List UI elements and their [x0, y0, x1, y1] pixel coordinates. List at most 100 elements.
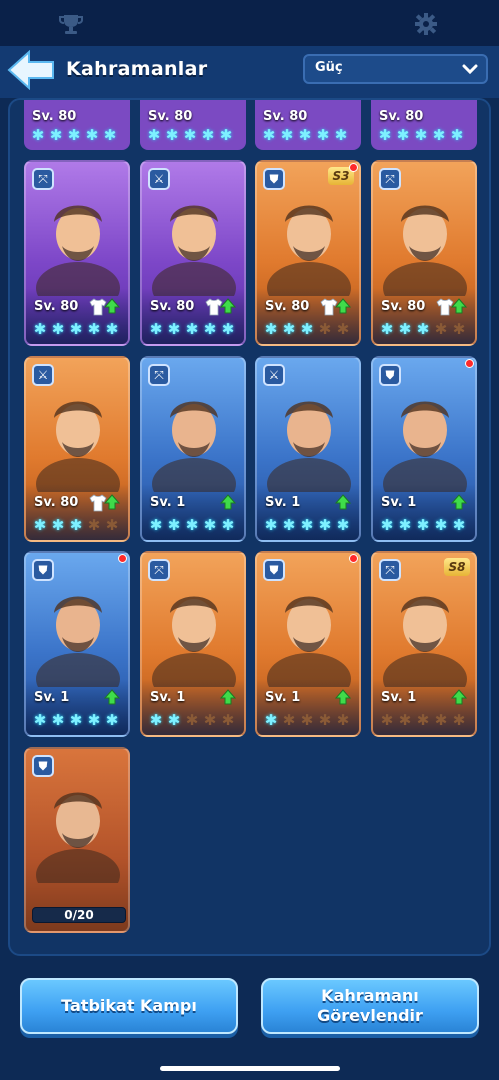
shield-icon: ⛊ — [263, 168, 285, 190]
assign-hero-button[interactable]: Kahramanı Görevlendir — [261, 978, 479, 1034]
star-icon: ✱ — [396, 126, 410, 144]
shield-icon: ⛊ — [379, 364, 401, 386]
hero-card[interactable]: ⚔ Sv. 80 ✱ ✱ ✱ ✱ ✱ — [140, 160, 246, 346]
hero-card-partial[interactable]: Sv. 80 ✱ ✱ ✱ ✱ ✱ — [371, 100, 477, 150]
chevron-down-icon — [462, 64, 478, 75]
star-rating: ✱ ✱ ✱ ✱ ✱ — [32, 517, 120, 533]
star-icon: ✱ — [416, 711, 430, 729]
upgrade-arrow-icon — [220, 298, 236, 314]
training-camp-button[interactable]: Tatbikat Kampı — [20, 978, 238, 1034]
star-icon: ✱ — [203, 516, 217, 534]
star-icon: ✱ — [51, 516, 65, 534]
star-icon: ✱ — [33, 516, 47, 534]
star-icon: ✱ — [165, 126, 179, 144]
upgrade-arrow-icon — [335, 494, 351, 510]
hero-card[interactable]: ⤧ Sv. 80 ✱ ✱ ✱ ✱ ✱ — [371, 160, 477, 346]
star-icon: ✱ — [416, 516, 430, 534]
hero-level: Sv. 80 — [148, 109, 193, 124]
hero-card-locked[interactable]: ⛊ 0/20 — [24, 747, 130, 933]
star-icon: ✱ — [69, 711, 83, 729]
hero-level: Sv. 1 — [150, 690, 186, 705]
hero-card[interactable]: ⛊ Sv. 1 ✱ ✱ ✱ ✱ ✱ — [371, 356, 477, 542]
star-rating: ✱ ✱ ✱ ✱ ✱ — [379, 517, 467, 533]
sort-selected-value: Güç — [315, 60, 343, 75]
star-icon: ✱ — [264, 320, 278, 338]
star-icon: ✱ — [398, 711, 412, 729]
sort-dropdown[interactable]: Güç — [303, 54, 488, 84]
star-icon: ✱ — [33, 320, 47, 338]
star-icon: ✱ — [167, 516, 181, 534]
star-icon: ✱ — [185, 516, 199, 534]
star-icon: ✱ — [203, 320, 217, 338]
star-icon: ✱ — [316, 126, 330, 144]
hero-list-panel[interactable]: Sv. 80 ✱ ✱ ✱ ✱ ✱ Sv. 80 ✱ ✱ ✱ ✱ ✱ Sv. 80 ✱ ✱ ✱ ✱ ✱ Sv. 80 ✱… — [8, 98, 491, 956]
gear-icon[interactable] — [414, 12, 438, 36]
star-icon: ✱ — [203, 711, 217, 729]
hero-card[interactable]: ⚔ Sv. 80 ✱ ✱ ✱ ✱ ✱ — [24, 356, 130, 542]
hero-card[interactable]: ⛊ Sv. 1 ✱ ✱ ✱ ✱ ✱ — [24, 551, 130, 737]
hero-card[interactable]: ⤧ Sv. 1 ✱ ✱ ✱ ✱ ✱ — [140, 551, 246, 737]
home-indicator[interactable] — [160, 1066, 340, 1071]
star-icon: ✱ — [264, 711, 278, 729]
hero-card-partial[interactable]: Sv. 80 ✱ ✱ ✱ ✱ ✱ — [140, 100, 246, 150]
hero-card[interactable]: ⤧ Sv. 80 ✱ ✱ ✱ ✱ ✱ — [24, 160, 130, 346]
upgrade-arrow-icon — [335, 298, 351, 314]
star-icon: ✱ — [300, 711, 314, 729]
hero-card[interactable]: ⛊ Sv. 1 ✱ ✱ ✱ ✱ ✱ — [255, 551, 361, 737]
top-bar — [0, 0, 499, 46]
hero-portrait — [152, 401, 236, 492]
star-rating: ✱ ✱ ✱ ✱ ✱ — [148, 517, 236, 533]
hero-card[interactable]: ⤧ S8 Sv. 1 ✱ ✱ ✱ ✱ ✱ — [371, 551, 477, 737]
back-arrow-icon[interactable] — [7, 50, 55, 90]
star-icon: ✱ — [105, 320, 119, 338]
sword-icon: ⚔ — [263, 364, 285, 386]
star-icon: ✱ — [318, 711, 332, 729]
hero-level: Sv. 80 — [381, 299, 426, 314]
star-icon: ✱ — [380, 516, 394, 534]
star-icon: ✱ — [336, 516, 350, 534]
hero-level: Sv. 80 — [265, 299, 310, 314]
star-icon: ✱ — [452, 320, 466, 338]
training-camp-label: Tatbikat Kampı — [61, 996, 197, 1015]
star-rating: ✱ ✱ ✱ ✱ ✱ — [146, 127, 234, 143]
hero-level: Sv. 80 — [379, 109, 424, 124]
star-icon: ✱ — [380, 320, 394, 338]
star-rating: ✱ ✱ ✱ ✱ ✱ — [263, 517, 351, 533]
star-icon: ✱ — [69, 320, 83, 338]
notification-dot — [465, 359, 474, 368]
star-icon: ✱ — [414, 126, 428, 144]
star-icon: ✱ — [280, 126, 294, 144]
sword-icon: ⚔ — [148, 168, 170, 190]
shard-progress-text: 0/20 — [64, 908, 94, 922]
star-rating: ✱ ✱ ✱ ✱ ✱ — [263, 321, 351, 337]
star-icon: ✱ — [103, 126, 117, 144]
star-icon: ✱ — [147, 126, 161, 144]
hero-card[interactable]: ⚔ Sv. 1 ✱ ✱ ✱ ✱ ✱ — [255, 356, 361, 542]
upgrade-arrow-icon — [335, 689, 351, 705]
star-icon: ✱ — [51, 711, 65, 729]
hero-card-partial[interactable]: Sv. 80 ✱ ✱ ✱ ✱ ✱ — [24, 100, 130, 150]
star-rating: ✱ ✱ ✱ ✱ ✱ — [379, 321, 467, 337]
star-icon: ✱ — [336, 320, 350, 338]
star-icon: ✱ — [398, 516, 412, 534]
hero-level: Sv. 1 — [381, 690, 417, 705]
star-icon: ✱ — [221, 516, 235, 534]
star-rating: ✱ ✱ ✱ ✱ ✱ — [261, 127, 349, 143]
star-icon: ✱ — [336, 711, 350, 729]
star-icon: ✱ — [51, 320, 65, 338]
trophy-icon[interactable] — [58, 13, 84, 35]
hero-card[interactable]: ⤧ Sv. 1 ✱ ✱ ✱ ✱ ✱ — [140, 356, 246, 542]
star-icon: ✱ — [282, 516, 296, 534]
hero-card-partial[interactable]: Sv. 80 ✱ ✱ ✱ ✱ ✱ — [255, 100, 361, 150]
hero-card[interactable]: ⛊ S3 Sv. 80 ✱ ✱ ✱ ✱ ✱ — [255, 160, 361, 346]
star-icon: ✱ — [380, 711, 394, 729]
star-icon: ✱ — [87, 320, 101, 338]
crossbow-icon: ⤧ — [379, 559, 401, 581]
hero-portrait — [36, 596, 120, 687]
star-icon: ✱ — [432, 126, 446, 144]
star-icon: ✱ — [434, 320, 448, 338]
hero-grid: Sv. 80 ✱ ✱ ✱ ✱ ✱ Sv. 80 ✱ ✱ ✱ ✱ ✱ Sv. 80 ✱ ✱ ✱ ✱ ✱ Sv. 80 ✱… — [10, 100, 489, 954]
upgrade-arrow-icon — [104, 689, 120, 705]
star-rating: ✱ ✱ ✱ ✱ ✱ — [30, 127, 118, 143]
upgrade-arrow-icon — [451, 298, 467, 314]
